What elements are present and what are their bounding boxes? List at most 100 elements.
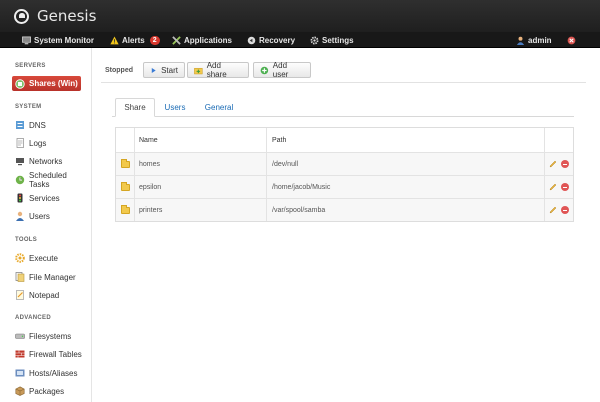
sidebar-item-firewall-tables[interactable]: Firewall Tables (15, 347, 85, 361)
tab-users[interactable]: Users (158, 98, 192, 117)
delete-button[interactable] (561, 176, 569, 198)
username: admin (528, 35, 552, 45)
share-name: printers (139, 206, 163, 214)
sidebar-item-label: Users (29, 211, 50, 221)
sidebar-section-title: SYSTEM (15, 104, 42, 110)
sidebar-item-scheduled-tasks[interactable]: Scheduled Tasks (15, 171, 85, 189)
start-button-label: Start (161, 65, 178, 75)
sidebar-item-label: Firewall Tables (29, 349, 82, 359)
sidebar-item-shares-win[interactable]: Shares (Win) (12, 76, 81, 91)
add-icon (260, 66, 269, 74)
tools-icon (172, 35, 181, 45)
pencil-icon (549, 160, 557, 168)
file-manager-icon (15, 272, 25, 282)
add-folder-icon (194, 67, 203, 74)
share-path: /dev/null (272, 160, 299, 168)
delete-button[interactable] (561, 153, 569, 175)
main-nav: System Monitor Alerts 2 Applications Rec… (0, 32, 600, 48)
sidebar-item-label: Scheduled Tasks (29, 171, 67, 189)
table-row[interactable]: printers /var/spool/samba (116, 198, 573, 221)
top-header: Genesis (0, 0, 600, 32)
nav-applications[interactable]: Applications (172, 34, 232, 46)
network-icon (16, 158, 24, 166)
sidebar-item-execute[interactable]: Execute (15, 251, 85, 265)
sidebar-item-file-manager[interactable]: File Manager (15, 270, 85, 284)
sidebar-item-notepad[interactable]: Notepad (15, 288, 85, 302)
table-row[interactable]: epsilon /home/jacob/Music (116, 175, 573, 198)
nav-label: Settings (322, 35, 354, 45)
sidebar-item-label: File Manager (29, 272, 76, 282)
sidebar-item-services[interactable]: Services (15, 191, 85, 205)
table-header-row: Name Path (116, 128, 573, 152)
folder-icon (121, 181, 130, 191)
services-icon (17, 193, 23, 203)
sidebar-section-title: ADVANCED (15, 315, 51, 321)
folder-icon (121, 204, 130, 214)
sidebar-item-packages[interactable]: Packages (15, 384, 85, 398)
shares-icon (15, 78, 25, 89)
sidebar-item-label: Services (29, 193, 60, 203)
logout-icon (567, 36, 576, 44)
sidebar-item-label: Networks (29, 156, 63, 166)
nav-label: Alerts (122, 35, 145, 45)
remove-icon (561, 160, 569, 168)
monitor-icon (22, 36, 31, 44)
users-icon (16, 211, 24, 221)
start-button[interactable]: Start (143, 62, 185, 78)
add-share-button-label: Add share (206, 61, 227, 79)
folder-icon (121, 158, 130, 168)
edit-button[interactable] (549, 176, 557, 198)
remove-icon (561, 206, 569, 214)
sidebar-item-label: Packages (29, 386, 65, 396)
delete-button[interactable] (561, 199, 569, 221)
execute-icon (15, 253, 25, 263)
tasks-icon (15, 175, 25, 185)
sidebar-item-label: Filesystems (29, 331, 72, 341)
nav-label: Recovery (259, 35, 296, 45)
service-status: Stopped (105, 67, 133, 74)
remove-icon (561, 183, 569, 191)
sidebar-item-label: Shares (Win) (29, 79, 78, 88)
nav-label: System Monitor (34, 35, 95, 45)
sidebar-item-label: Logs (29, 138, 47, 148)
share-path: /var/spool/samba (272, 206, 326, 214)
sidebar-item-filesystems[interactable]: Filesystems (15, 329, 85, 343)
nav-recovery[interactable]: Recovery (247, 34, 295, 46)
sidebar-item-label: Execute (29, 253, 58, 263)
sidebar-item-networks[interactable]: Networks (15, 154, 85, 168)
share-name: epsilon (139, 183, 162, 191)
pencil-icon (549, 206, 557, 214)
edit-button[interactable] (549, 199, 557, 221)
toolbar-divider (101, 82, 586, 83)
share-path: /home/jacob/Music (272, 183, 331, 191)
sidebar-item-label: DNS (29, 120, 46, 130)
alerts-count-badge: 2 (149, 35, 160, 45)
notepad-icon (16, 290, 24, 300)
tab-general[interactable]: General (197, 98, 241, 117)
nav-system-monitor[interactable]: System Monitor (22, 34, 94, 46)
sidebar-item-hosts-aliases[interactable]: Hosts/Aliases (15, 366, 85, 380)
sidebar-section-title: TOOLS (15, 237, 38, 243)
add-user-button[interactable]: Add user (253, 61, 311, 79)
nav-alerts[interactable]: Alerts 2 (110, 34, 160, 46)
sidebar-section-title: SERVERS (15, 63, 46, 69)
warning-icon (110, 35, 119, 44)
gear-icon (310, 36, 319, 44)
sidebar-item-users[interactable]: Users (15, 209, 85, 223)
nav-settings[interactable]: Settings (310, 34, 354, 46)
table-row[interactable]: homes /dev/null (116, 152, 573, 175)
packages-icon (15, 386, 25, 396)
add-share-button[interactable]: Add share (187, 61, 249, 79)
sidebar-item-label: Hosts/Aliases (29, 368, 78, 378)
filesystems-icon (15, 333, 25, 339)
sidebar-item-logs[interactable]: Logs (15, 136, 85, 150)
sidebar-item-dns[interactable]: DNS (15, 118, 85, 132)
tab-share[interactable]: Share (115, 98, 155, 117)
shares-table: Name Path homes /dev/null epsilon /home/… (115, 127, 574, 222)
user-icon (516, 36, 525, 45)
logo-icon (14, 9, 29, 24)
user-menu[interactable]: admin (516, 34, 552, 46)
pencil-icon (549, 183, 557, 191)
edit-button[interactable] (549, 153, 557, 175)
logout-button[interactable] (567, 34, 576, 46)
